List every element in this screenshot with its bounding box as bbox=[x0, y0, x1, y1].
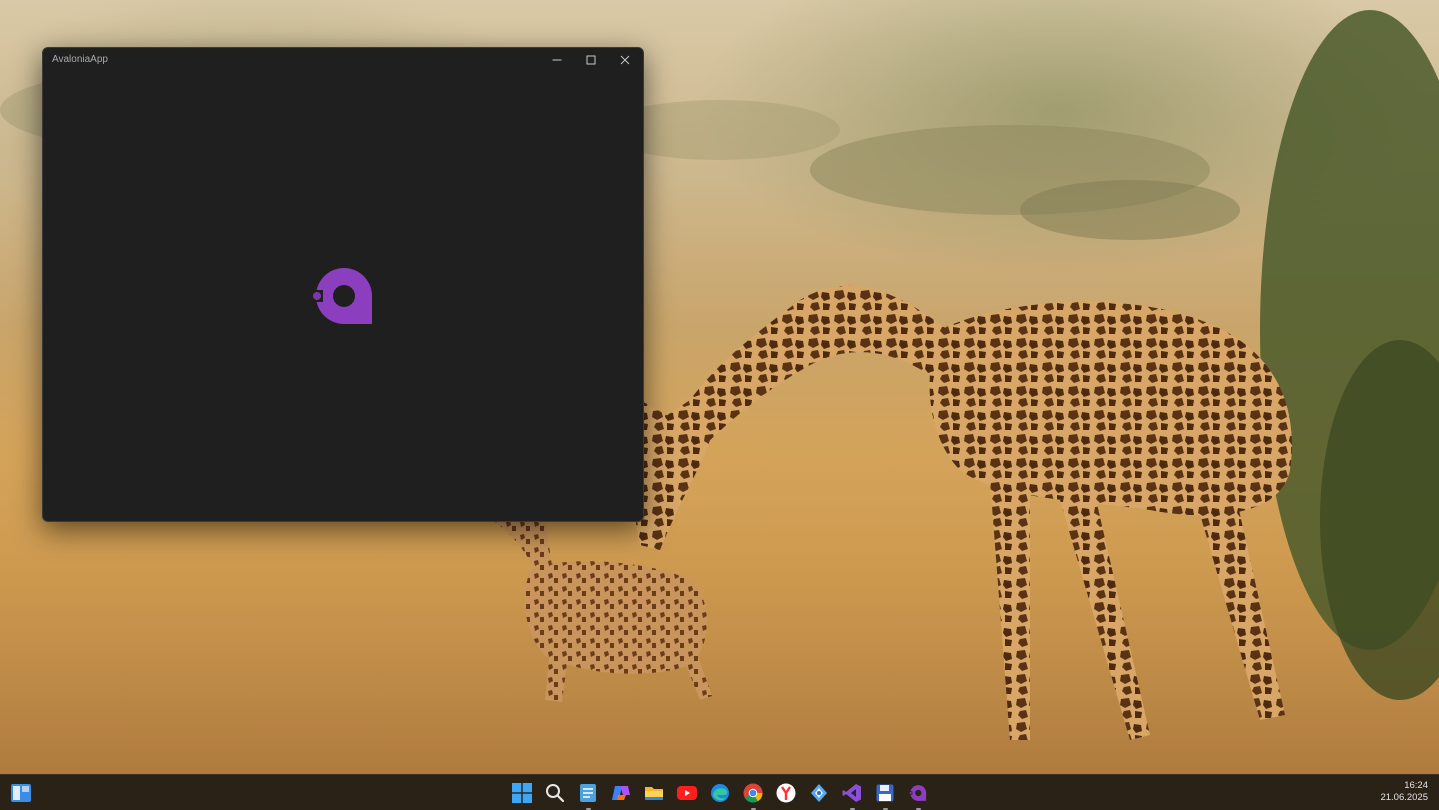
maximize-button[interactable] bbox=[574, 48, 608, 72]
taskbar-youtube[interactable] bbox=[675, 781, 699, 805]
windows-start-icon bbox=[512, 783, 532, 803]
settings-app-icon bbox=[811, 784, 827, 802]
chrome-icon bbox=[743, 783, 763, 803]
close-button[interactable] bbox=[608, 48, 642, 72]
avalonia-app-icon bbox=[909, 785, 927, 801]
window-title: AvaloniaApp bbox=[52, 54, 108, 65]
widgets-icon bbox=[11, 784, 31, 802]
notepad-icon bbox=[580, 784, 596, 802]
youtube-icon bbox=[677, 786, 697, 800]
taskbar: 16:24 21.06.2025 bbox=[0, 774, 1439, 810]
taskbar-yandex-browser[interactable] bbox=[774, 781, 798, 805]
minimize-icon bbox=[552, 59, 562, 61]
yandex-browser-icon bbox=[776, 783, 796, 803]
window-titlebar[interactable]: AvaloniaApp bbox=[43, 48, 643, 72]
search-icon bbox=[546, 784, 565, 803]
maximize-icon bbox=[586, 55, 596, 65]
close-icon bbox=[620, 55, 630, 65]
file-explorer-icon bbox=[645, 787, 663, 800]
avalonia-logo-icon bbox=[311, 268, 372, 324]
taskbar-copilot[interactable] bbox=[609, 781, 633, 805]
taskbar-save-app[interactable] bbox=[873, 781, 897, 810]
edge-icon bbox=[711, 784, 729, 802]
system-clock[interactable]: 16:24 21.06.2025 bbox=[1380, 780, 1428, 804]
copilot-icon bbox=[612, 786, 630, 800]
start-button[interactable] bbox=[510, 781, 534, 805]
visual-studio-icon bbox=[842, 784, 861, 802]
avalonia-logo bbox=[311, 266, 375, 330]
taskbar-search-button[interactable] bbox=[543, 781, 567, 805]
avalonia-app-window[interactable]: AvaloniaApp bbox=[42, 47, 644, 522]
widgets-button[interactable] bbox=[9, 781, 33, 805]
taskbar-chrome[interactable] bbox=[741, 781, 765, 810]
taskbar-edge[interactable] bbox=[708, 781, 732, 805]
taskbar-visual-studio[interactable] bbox=[840, 781, 864, 810]
floppy-save-icon bbox=[876, 784, 894, 802]
taskbar-settings-app[interactable] bbox=[807, 781, 831, 805]
taskbar-avalonia-app[interactable] bbox=[906, 781, 930, 810]
taskbar-notepad[interactable] bbox=[576, 781, 600, 810]
clock-date: 21.06.2025 bbox=[1380, 792, 1428, 803]
clock-time: 16:24 bbox=[1404, 780, 1428, 791]
taskbar-file-explorer[interactable] bbox=[642, 781, 666, 805]
minimize-button[interactable] bbox=[540, 48, 574, 72]
